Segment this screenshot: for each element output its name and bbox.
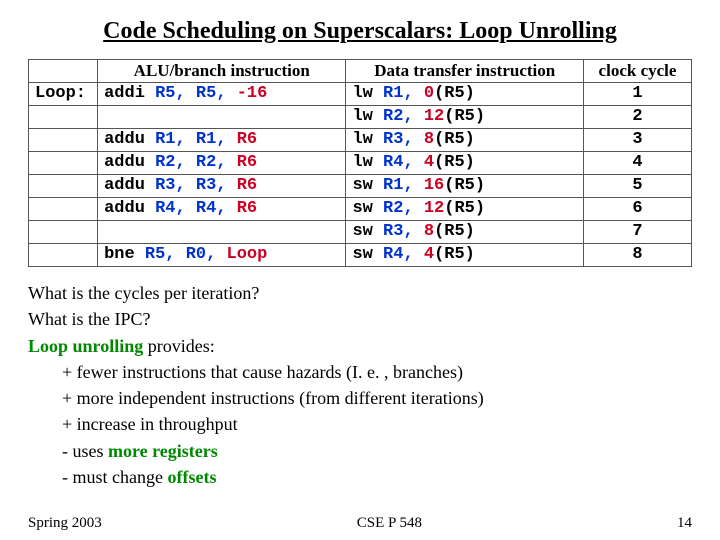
schedule-table: ALU/branch instruction Data transfer ins… bbox=[28, 59, 692, 267]
alu-instruction bbox=[98, 106, 346, 129]
data-instruction: sw R3, 8(R5) bbox=[346, 221, 584, 244]
table-row: addu R3, R3, R6sw R1, 16(R5)5 bbox=[29, 175, 692, 198]
data-instruction: sw R2, 12(R5) bbox=[346, 198, 584, 221]
question-cpi: What is the cycles per iteration? bbox=[28, 281, 692, 305]
col-alu-header: ALU/branch instruction bbox=[98, 60, 346, 83]
row-label: Loop: bbox=[29, 83, 98, 106]
data-instruction: sw R4, 4(R5) bbox=[346, 244, 584, 267]
alu-instruction: addi R5, R5, -16 bbox=[98, 83, 346, 106]
unroll-minus2: - must change offsets bbox=[28, 465, 692, 489]
data-instruction: lw R1, 0(R5) bbox=[346, 83, 584, 106]
alu-instruction bbox=[98, 221, 346, 244]
body-text: What is the cycles per iteration? What i… bbox=[28, 281, 692, 489]
clock-cycle: 5 bbox=[583, 175, 691, 198]
row-label bbox=[29, 175, 98, 198]
unroll-plus1: + fewer instructions that cause hazards … bbox=[28, 360, 692, 384]
unroll-minus1: - uses more registers bbox=[28, 439, 692, 463]
clock-cycle: 2 bbox=[583, 106, 691, 129]
row-label bbox=[29, 152, 98, 175]
data-instruction: lw R4, 4(R5) bbox=[346, 152, 584, 175]
row-label bbox=[29, 198, 98, 221]
slide-footer: Spring 2003 CSE P 548 14 bbox=[0, 515, 720, 532]
data-instruction: sw R1, 16(R5) bbox=[346, 175, 584, 198]
footer-center: CSE P 548 bbox=[357, 515, 422, 532]
unroll-plus3: + increase in throughput bbox=[28, 412, 692, 436]
table-row: sw R3, 8(R5)7 bbox=[29, 221, 692, 244]
data-instruction: lw R3, 8(R5) bbox=[346, 129, 584, 152]
alu-instruction: addu R1, R1, R6 bbox=[98, 129, 346, 152]
clock-cycle: 6 bbox=[583, 198, 691, 221]
table-row: lw R2, 12(R5)2 bbox=[29, 106, 692, 129]
alu-instruction: bne R5, R0, Loop bbox=[98, 244, 346, 267]
alu-instruction: addu R3, R3, R6 bbox=[98, 175, 346, 198]
clock-cycle: 4 bbox=[583, 152, 691, 175]
unroll-lead: Loop unrolling provides: bbox=[28, 334, 692, 358]
row-label bbox=[29, 106, 98, 129]
slide-title: Code Scheduling on Superscalars: Loop Un… bbox=[28, 18, 692, 45]
footer-left: Spring 2003 bbox=[28, 515, 102, 532]
alu-instruction: addu R4, R4, R6 bbox=[98, 198, 346, 221]
table-row: bne R5, R0, Loopsw R4, 4(R5)8 bbox=[29, 244, 692, 267]
col-clock-header: clock cycle bbox=[583, 60, 691, 83]
col-data-header: Data transfer instruction bbox=[346, 60, 584, 83]
table-row: addu R1, R1, R6lw R3, 8(R5)3 bbox=[29, 129, 692, 152]
row-label bbox=[29, 244, 98, 267]
table-row: Loop:addi R5, R5, -16lw R1, 0(R5)1 bbox=[29, 83, 692, 106]
clock-cycle: 8 bbox=[583, 244, 691, 267]
table-header-row: ALU/branch instruction Data transfer ins… bbox=[29, 60, 692, 83]
footer-right: 14 bbox=[677, 515, 692, 532]
alu-instruction: addu R2, R2, R6 bbox=[98, 152, 346, 175]
table-row: addu R2, R2, R6lw R4, 4(R5)4 bbox=[29, 152, 692, 175]
data-instruction: lw R2, 12(R5) bbox=[346, 106, 584, 129]
unroll-plus2: + more independent instructions (from di… bbox=[28, 386, 692, 410]
question-ipc: What is the IPC? bbox=[28, 307, 692, 331]
row-label bbox=[29, 221, 98, 244]
clock-cycle: 3 bbox=[583, 129, 691, 152]
table-row: addu R4, R4, R6sw R2, 12(R5)6 bbox=[29, 198, 692, 221]
clock-cycle: 7 bbox=[583, 221, 691, 244]
row-label bbox=[29, 129, 98, 152]
clock-cycle: 1 bbox=[583, 83, 691, 106]
